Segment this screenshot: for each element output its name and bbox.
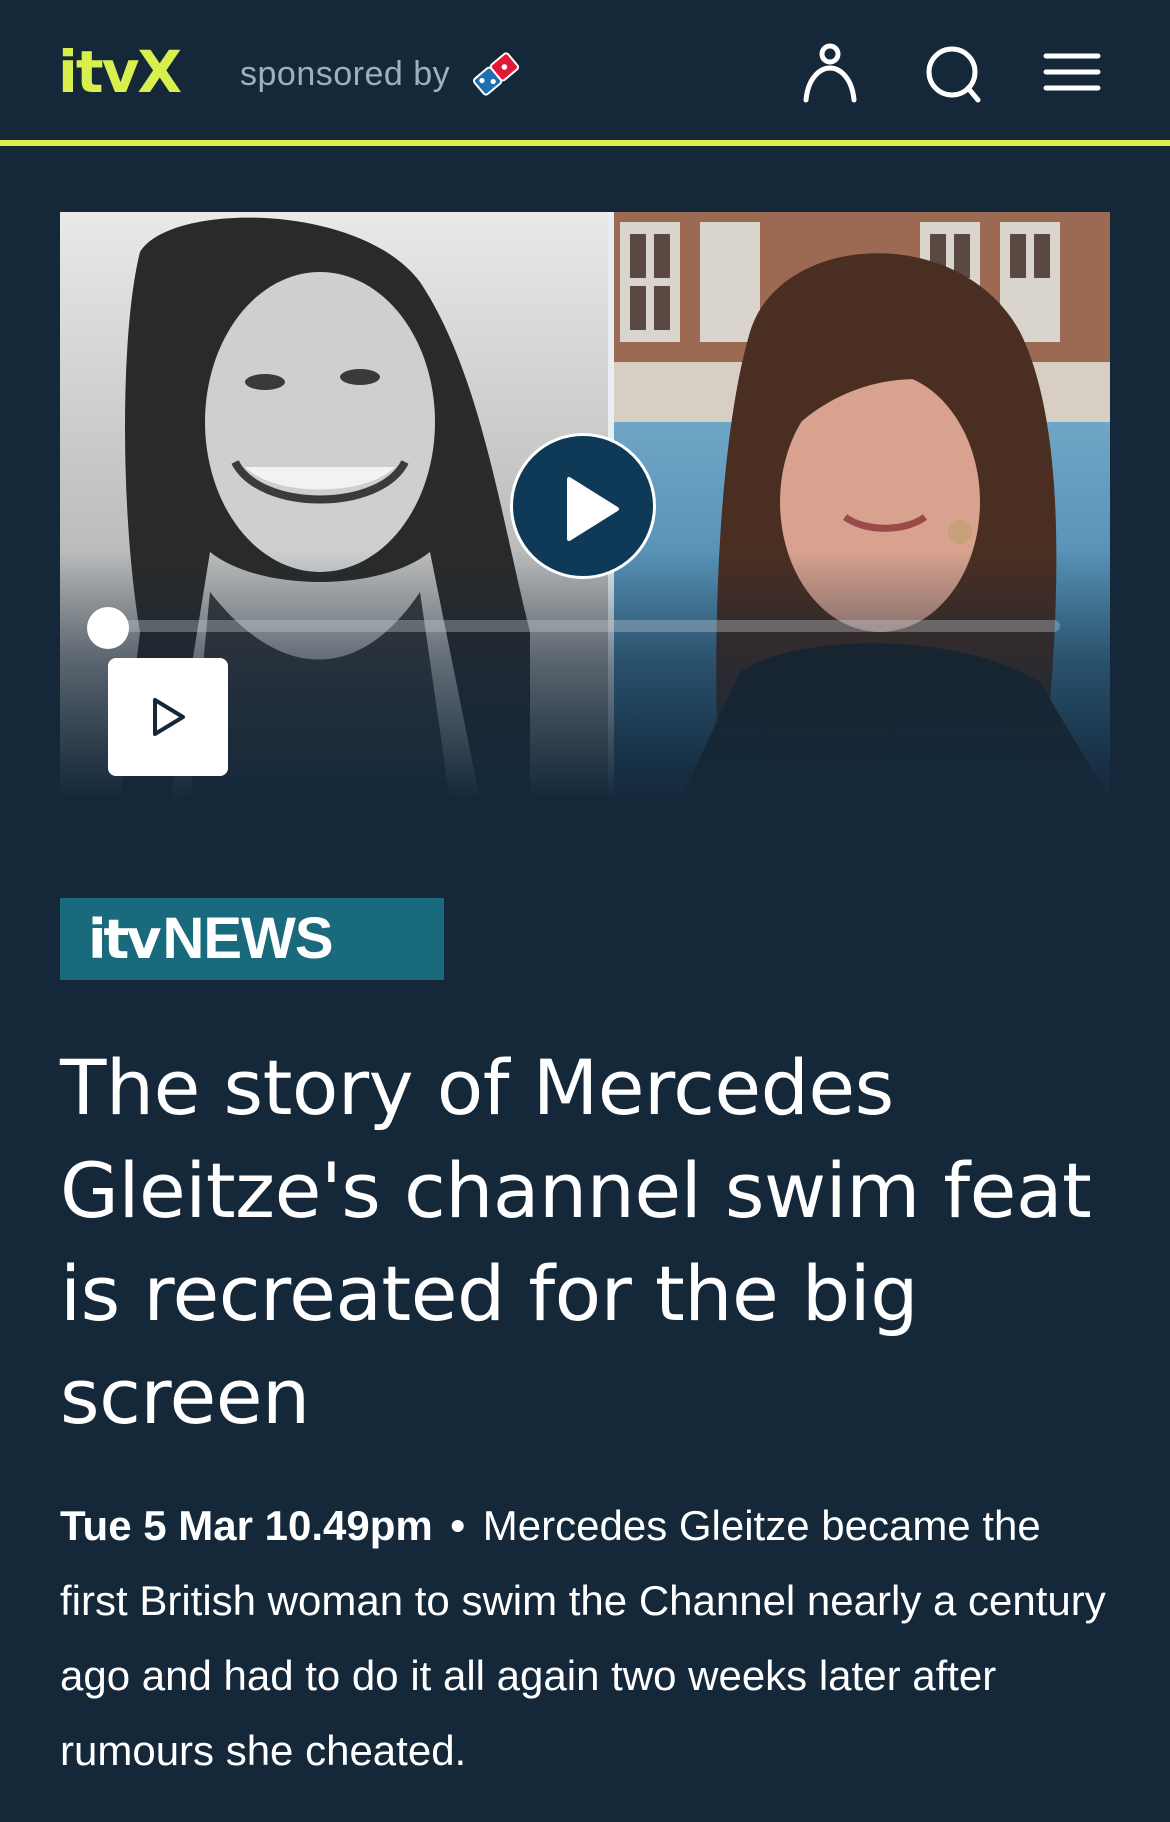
article-title[interactable]: The story of Mercedes Gleitze's channel …	[60, 1036, 1100, 1448]
article-date: Tue 5 Mar 10.49pm	[60, 1502, 433, 1549]
top-header: itvX sponsored by	[0, 0, 1170, 146]
itv-news-badge[interactable]: itvNEWS	[60, 898, 444, 980]
separator-dot: •	[450, 1502, 466, 1549]
play-icon	[567, 477, 619, 541]
video-scrubber-handle[interactable]	[87, 607, 129, 649]
video-player[interactable]	[60, 212, 1110, 800]
play-button[interactable]	[510, 433, 656, 579]
article-summary: Tue 5 Mar 10.49pm • Mercedes Gleitze bec…	[60, 1488, 1120, 1788]
video-progress-bar[interactable]	[108, 620, 1060, 632]
itv-news-label: NEWS	[162, 906, 334, 971]
small-play-button[interactable]	[108, 658, 228, 776]
dominos-logo-icon	[470, 50, 522, 98]
sponsored-by-label: sponsored by	[240, 55, 451, 93]
account-icon[interactable]	[798, 40, 862, 104]
menu-icon[interactable]	[1040, 40, 1104, 104]
play-outline-icon	[153, 698, 185, 736]
search-icon[interactable]	[922, 40, 986, 104]
itv-news-brand: itv	[88, 908, 162, 971]
itvx-logo[interactable]: itvX	[58, 40, 182, 104]
